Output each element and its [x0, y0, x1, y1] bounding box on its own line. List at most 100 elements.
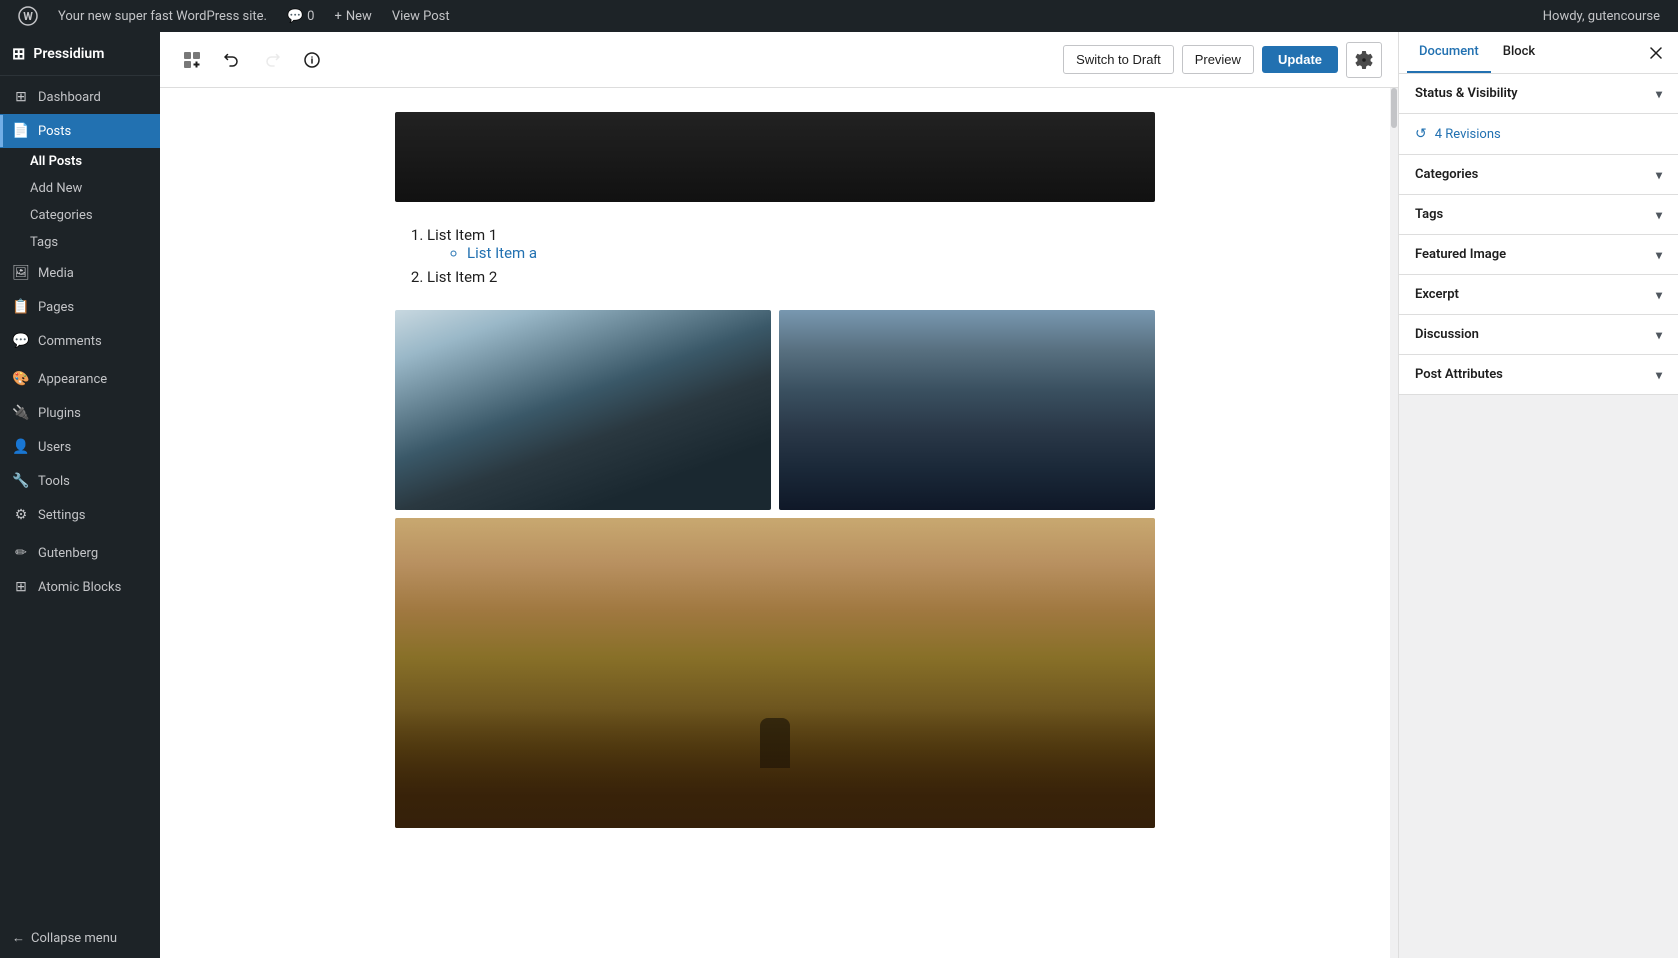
pages-icon: 📋 [12, 298, 30, 316]
sidebar-item-atomic-blocks[interactable]: ⊞ Atomic Blocks [0, 570, 160, 604]
sidebar-item-gutenberg[interactable]: ✏ Gutenberg [0, 536, 160, 570]
sidebar-item-users[interactable]: 👤 Users [0, 430, 160, 464]
users-icon: 👤 [12, 438, 30, 456]
sidebar-item-posts[interactable]: 📄 Posts [0, 114, 160, 148]
sidebar-item-pages[interactable]: 📋 Pages [0, 290, 160, 324]
add-block-button[interactable] [176, 44, 208, 76]
collapse-label: Collapse menu [31, 931, 117, 946]
close-panel-button[interactable] [1642, 39, 1670, 67]
sidebar-item-settings[interactable]: ⚙ Settings [0, 498, 160, 532]
right-panel-content: Status & Visibility ▾ ↺ 4 Revisions Cate… [1399, 74, 1678, 958]
tags-label: Tags [30, 235, 58, 250]
preview-button[interactable]: Preview [1182, 45, 1254, 74]
dashboard-icon: ⊞ [12, 88, 30, 106]
sidebar-subitem-categories[interactable]: Categories [0, 202, 160, 229]
redo-button[interactable] [256, 44, 288, 76]
sidebar-item-label-users: Users [38, 440, 71, 455]
panel-section-featured-image-header[interactable]: Featured Image ▾ [1399, 235, 1678, 274]
panel-section-tags: Tags ▾ [1399, 195, 1678, 235]
undo-button[interactable] [216, 44, 248, 76]
gallery-image-plane-wreck[interactable] [779, 310, 1155, 510]
sidebar-item-label-comments: Comments [38, 334, 102, 349]
site-name: Your new super fast WordPress site. [58, 9, 267, 24]
sidebar-item-label-dashboard: Dashboard [38, 90, 101, 105]
panel-revisions[interactable]: ↺ 4 Revisions [1399, 114, 1678, 155]
atomic-blocks-icon: ⊞ [12, 578, 30, 596]
categories-label: Categories [30, 208, 93, 223]
gallery-grid-top [395, 310, 1155, 510]
main-layout: ⊞ Pressidium ⊞ Dashboard 📄 Posts All Pos… [0, 32, 1678, 958]
appearance-icon: 🎨 [12, 370, 30, 388]
sidebar-subitem-all-posts[interactable]: All Posts [0, 148, 160, 175]
sidebar-item-dashboard[interactable]: ⊞ Dashboard [0, 80, 160, 114]
comments-count: 0 [307, 9, 314, 24]
sidebar-section-extra: ✏ Gutenberg ⊞ Atomic Blocks [0, 536, 160, 604]
gallery-image-snowy-road[interactable] [395, 310, 771, 510]
list-item-2-text: List Item 2 [427, 268, 497, 286]
list-item-a[interactable]: List Item a [467, 244, 1147, 262]
sidebar-subitem-add-new[interactable]: Add New [0, 175, 160, 202]
panel-section-tags-header[interactable]: Tags ▾ [1399, 195, 1678, 234]
sidebar-item-comments[interactable]: 💬 Comments [0, 324, 160, 358]
switch-to-draft-button[interactable]: Switch to Draft [1063, 45, 1174, 74]
tab-document[interactable]: Document [1407, 32, 1491, 73]
update-button[interactable]: Update [1262, 46, 1338, 73]
sidebar-item-label-appearance: Appearance [38, 372, 107, 387]
featured-image-section-arrow: ▾ [1656, 248, 1662, 262]
panel-section-status-header[interactable]: Status & Visibility ▾ [1399, 74, 1678, 113]
settings-gear-button[interactable] [1346, 42, 1382, 78]
sidebar-subitem-tags[interactable]: Tags [0, 229, 160, 256]
howdy-item[interactable]: Howdy, gutencourse [1533, 0, 1670, 32]
all-posts-label: All Posts [30, 154, 82, 169]
ordered-list: List Item 1 List Item a List Item 2 [403, 226, 1147, 286]
settings-icon: ⚙ [12, 506, 30, 524]
sidebar-item-label-media: Media [38, 266, 74, 281]
view-post-label: View Post [392, 9, 450, 24]
editor-scrollbar[interactable] [1390, 88, 1398, 958]
sidebar-item-media[interactable]: 🖼 Media [0, 256, 160, 290]
site-name-item[interactable]: Your new super fast WordPress site. [48, 0, 277, 32]
wp-logo-item[interactable]: W [8, 0, 48, 32]
tools-icon: 🔧 [12, 472, 30, 490]
update-label: Update [1278, 52, 1322, 67]
sidebar-collapse-menu[interactable]: ← Collapse menu [0, 918, 160, 958]
sidebar-section-main: ⊞ Dashboard 📄 Posts All Posts Add New Ca… [0, 80, 160, 358]
new-item[interactable]: + New [324, 0, 381, 32]
sidebar-item-label-pages: Pages [38, 300, 74, 315]
post-attributes-section-label: Post Attributes [1415, 367, 1503, 382]
list-item-2[interactable]: List Item 2 [427, 268, 1147, 286]
sidebar-item-plugins[interactable]: 🔌 Plugins [0, 396, 160, 430]
gallery-image-mountain[interactable] [395, 518, 1155, 828]
collapse-icon: ← [12, 930, 25, 946]
posts-icon: 📄 [12, 122, 30, 140]
revisions-label: 4 Revisions [1435, 127, 1501, 142]
view-post-item[interactable]: View Post [382, 0, 460, 32]
tab-block-label: Block [1503, 44, 1535, 59]
tab-block[interactable]: Block [1491, 32, 1547, 73]
header-image-block[interactable] [395, 112, 1155, 202]
editor-scrollbar-thumb[interactable] [1391, 88, 1397, 128]
panel-section-featured-image: Featured Image ▾ [1399, 235, 1678, 275]
panel-section-post-attributes-header[interactable]: Post Attributes ▾ [1399, 355, 1678, 394]
sidebar-item-label-tools: Tools [38, 474, 70, 489]
panel-section-excerpt-header[interactable]: Excerpt ▾ [1399, 275, 1678, 314]
sidebar-item-tools[interactable]: 🔧 Tools [0, 464, 160, 498]
comments-item[interactable]: 💬 0 [277, 0, 325, 32]
discussion-section-label: Discussion [1415, 327, 1479, 342]
comments-icon: 💬 [287, 9, 303, 24]
panel-section-categories-header[interactable]: Categories ▾ [1399, 155, 1678, 194]
list-item-1[interactable]: List Item 1 List Item a [427, 226, 1147, 262]
panel-section-categories: Categories ▾ [1399, 155, 1678, 195]
post-attributes-section-arrow: ▾ [1656, 368, 1662, 382]
sidebar-brand: ⊞ Pressidium [0, 32, 160, 76]
revisions-icon: ↺ [1415, 126, 1427, 142]
sidebar-item-label-settings: Settings [38, 508, 85, 523]
brand-icon: ⊞ [12, 44, 25, 63]
toolbar-right: Switch to Draft Preview Update [1063, 42, 1382, 78]
sidebar-item-appearance[interactable]: 🎨 Appearance [0, 362, 160, 396]
brand-name: Pressidium [33, 46, 104, 62]
editor-toolbar: Switch to Draft Preview Update [160, 32, 1398, 88]
info-button[interactable] [296, 44, 328, 76]
sidebar-section-customize: 🎨 Appearance 🔌 Plugins 👤 Users 🔧 Tools ⚙… [0, 362, 160, 532]
panel-section-discussion-header[interactable]: Discussion ▾ [1399, 315, 1678, 354]
